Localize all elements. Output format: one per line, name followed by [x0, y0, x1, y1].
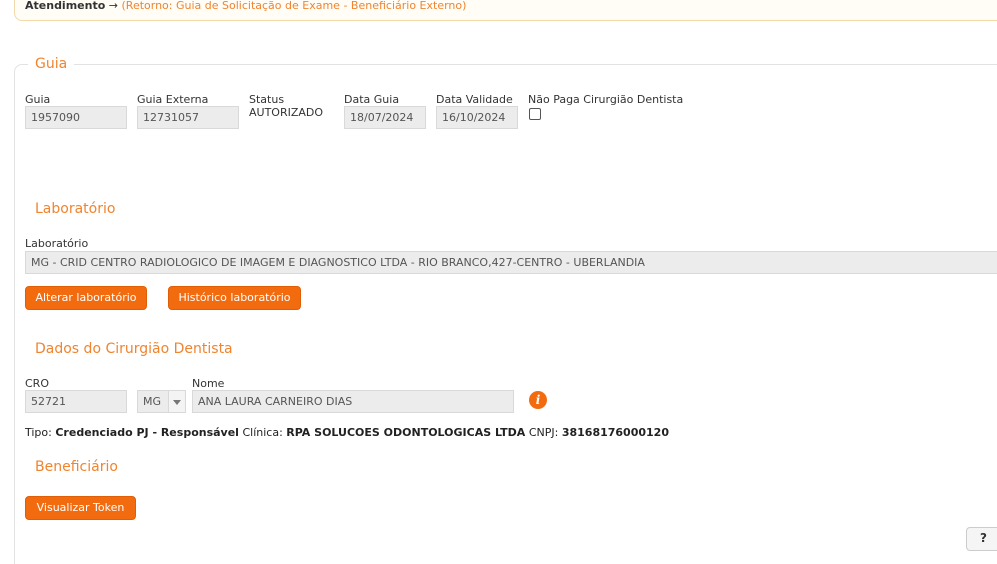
- info-icon[interactable]: i: [529, 391, 547, 409]
- uf-select-value: MG: [143, 395, 162, 408]
- guia-externa-field[interactable]: 12731057: [137, 106, 239, 129]
- nao-paga-label: Não Paga Cirurgião Dentista: [528, 93, 684, 106]
- clinica-value: RPA SOLUCOES ODONTOLOGICAS LTDA: [286, 426, 526, 439]
- data-guia-label: Data Guia: [344, 93, 400, 106]
- cro-field[interactable]: 52721: [25, 390, 127, 413]
- laboratorio-title: Laboratório: [35, 201, 116, 217]
- help-button-label: ?: [980, 531, 987, 545]
- guia-legend: Guia: [28, 56, 75, 72]
- alterar-laboratorio-button[interactable]: Alterar laboratório: [25, 286, 147, 310]
- breadcrumb-arrow: →: [108, 0, 118, 12]
- laboratorio-label: Laboratório: [25, 237, 89, 250]
- tipo-value: Credenciado PJ - Responsável: [55, 426, 239, 439]
- cnpj-label: CNPJ:: [528, 426, 559, 439]
- dentista-title: Dados do Cirurgião Dentista: [35, 341, 233, 357]
- breadcrumb-return-link[interactable]: (Retorno: Guia de Solicitação de Exame -…: [122, 0, 467, 12]
- cnpj-value: 38168176000120: [561, 426, 669, 439]
- clinica-label: Clínica:: [242, 426, 283, 439]
- nao-paga-checkbox[interactable]: [529, 108, 541, 120]
- nome-field[interactable]: ANA LAURA CARNEIRO DIAS: [192, 390, 514, 413]
- dentista-details: Tipo: Credenciado PJ - Responsável Clíni…: [25, 426, 669, 439]
- chevron-down-icon: [168, 391, 185, 412]
- status-label: Status: [249, 93, 285, 106]
- guia-fieldset: [14, 64, 997, 564]
- breadcrumb: Atendimento → (Retorno: Guia de Solicita…: [14, 0, 997, 21]
- help-button[interactable]: ?: [966, 527, 997, 551]
- data-guia-field[interactable]: 18/07/2024: [344, 106, 426, 129]
- tipo-label: Tipo:: [25, 426, 52, 439]
- data-validade-field[interactable]: 16/10/2024: [436, 106, 518, 129]
- cro-label: CRO: [25, 377, 49, 390]
- breadcrumb-root: Atendimento: [25, 0, 106, 12]
- guia-field[interactable]: 1957090: [25, 106, 127, 129]
- data-validade-label: Data Validade: [436, 93, 513, 106]
- beneficiario-title: Beneficiário: [35, 459, 118, 475]
- guia-externa-label: Guia Externa: [137, 93, 209, 106]
- uf-select[interactable]: MG: [137, 390, 186, 413]
- nome-label: Nome: [192, 377, 225, 390]
- visualizar-token-button[interactable]: Visualizar Token: [25, 496, 136, 520]
- historico-laboratorio-button[interactable]: Histórico laboratório: [168, 286, 301, 310]
- laboratorio-field[interactable]: MG - CRID CENTRO RADIOLOGICO DE IMAGEM E…: [25, 251, 997, 274]
- guia-label: Guia: [25, 93, 51, 106]
- status-value: AUTORIZADO: [249, 106, 324, 119]
